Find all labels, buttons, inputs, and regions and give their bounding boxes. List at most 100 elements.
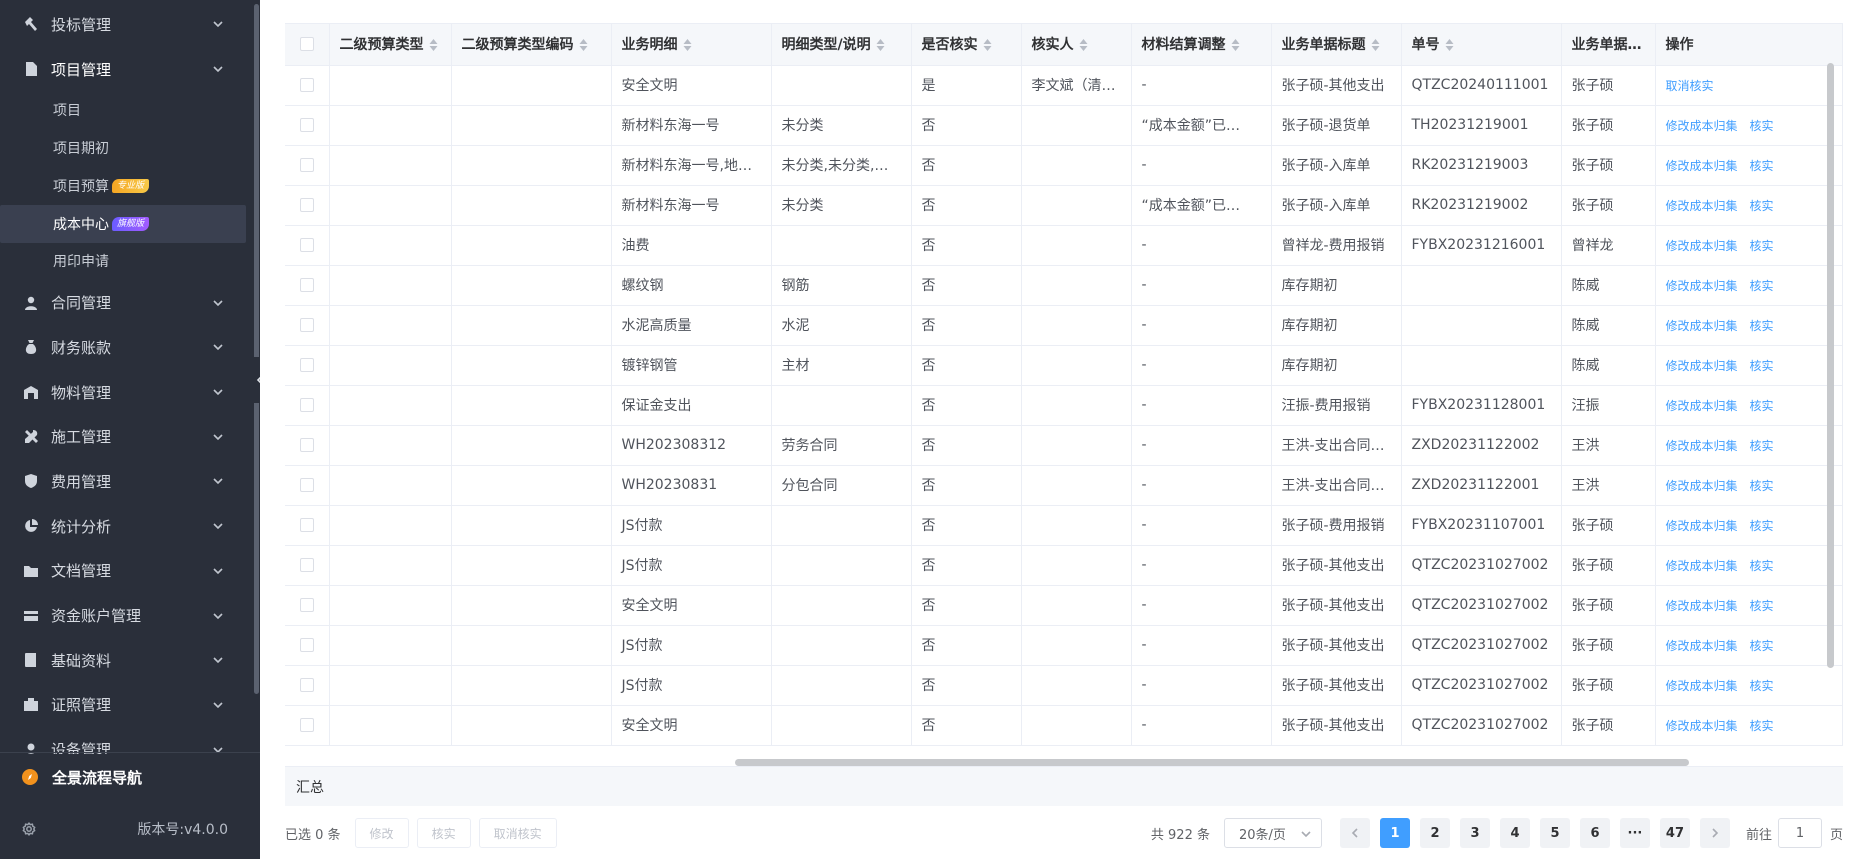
sidebar-subitem-0[interactable]: 项目 <box>0 91 248 129</box>
column-header-3[interactable]: 业务明细 <box>611 24 772 66</box>
sidebar-item-3[interactable]: 财务账款 <box>0 325 248 370</box>
sidebar-item-9[interactable]: 资金账户管理 <box>0 593 248 638</box>
table-row[interactable]: WH20230831 分包合同否 - 王洪-支出合同… ZXD20231122001 王洪… <box>285 465 1843 506</box>
table-row[interactable]: WH202308312 劳务合同否 - 王洪-支出合同… ZXD20231122002 王… <box>285 425 1843 466</box>
page-size-select[interactable]: 20条/页 <box>1223 818 1322 848</box>
verify-link[interactable]: 核实 <box>1750 439 1774 453</box>
sidebar-item-1[interactable]: 项目管理 <box>0 47 248 92</box>
verify-link[interactable]: 核实 <box>1750 399 1774 413</box>
row-checkbox[interactable] <box>299 118 314 132</box>
edit-cost-link[interactable]: 修改成本归集 <box>1666 199 1738 213</box>
sidebar-subitem-4[interactable]: 用印申请 <box>0 243 248 281</box>
row-checkbox[interactable] <box>299 518 314 532</box>
row-checkbox[interactable] <box>299 638 314 652</box>
table-row[interactable]: JS付款 否 - 张子硕-其他支出 QTZC20231027002 张子硕 修改成本归集 核实 <box>285 665 1843 706</box>
table-vertical-scrollbar[interactable] <box>1827 63 1834 668</box>
verify-button[interactable]: 核实 <box>416 818 471 848</box>
edit-cost-link[interactable]: 修改成本归集 <box>1666 599 1738 613</box>
table-row[interactable]: 新材料东海一号 未分类否 “成本金额”已… 张子硕-退货单 TH20231219001 张… <box>285 105 1843 146</box>
edit-cost-link[interactable]: 修改成本归集 <box>1666 319 1738 333</box>
page-button[interactable]: 3 <box>1459 818 1490 848</box>
cancel-verify-button[interactable]: 取消核实 <box>478 818 557 848</box>
table-row[interactable]: 保证金支出 否 - 汪振-费用报销 FYBX20231128001 汪振 修改成本归集 核实 <box>285 385 1843 426</box>
edit-cost-link[interactable]: 修改成本归集 <box>1666 159 1738 173</box>
verify-link[interactable]: 核实 <box>1750 159 1774 173</box>
page-button[interactable]: 2 <box>1419 818 1450 848</box>
sidebar-item-4[interactable]: 物料管理 <box>0 370 248 415</box>
table-row[interactable]: JS付款 否 - 张子硕-其他支出 QTZC20231027002 张子硕 修改成本归集 核实 <box>285 545 1843 586</box>
sidebar-subitem-1[interactable]: 项目期初 <box>0 129 248 167</box>
row-checkbox[interactable] <box>299 398 314 412</box>
verify-link[interactable]: 核实 <box>1750 119 1774 133</box>
verify-link[interactable]: 核实 <box>1750 519 1774 533</box>
row-checkbox[interactable] <box>299 238 314 252</box>
row-checkbox[interactable] <box>299 438 314 452</box>
sidebar-item-10[interactable]: 基础资料 <box>0 638 248 683</box>
prev-page-button[interactable] <box>1339 818 1370 848</box>
row-checkbox[interactable] <box>299 318 314 332</box>
sidebar-scrollbar-thumb[interactable] <box>254 4 259 694</box>
goto-page-input[interactable] <box>1777 818 1822 848</box>
table-row[interactable]: 油费 否 - 曾祥龙-费用报销 FYBX20231216001 曾祥龙 修改成本归集 核实 <box>285 225 1843 266</box>
row-checkbox[interactable] <box>299 678 314 692</box>
verify-link[interactable]: 核实 <box>1750 639 1774 653</box>
row-checkbox[interactable] <box>299 718 314 732</box>
table-row[interactable]: 新材料东海一号,地… 未分类,未分类,其… 否 - 张子硕-入库单 RK202312190… <box>285 145 1843 186</box>
row-checkbox[interactable] <box>299 558 314 572</box>
sidebar-item-8[interactable]: 文档管理 <box>0 548 248 593</box>
verify-link[interactable]: 核实 <box>1750 279 1774 293</box>
row-checkbox[interactable] <box>299 198 314 212</box>
next-page-button[interactable] <box>1699 818 1730 848</box>
edit-cost-link[interactable]: 修改成本归集 <box>1666 279 1738 293</box>
column-header-5[interactable]: 是否核实 <box>911 24 1022 66</box>
sidebar-item-7[interactable]: 统计分析 <box>0 504 248 549</box>
select-all-checkbox[interactable] <box>299 37 314 52</box>
sort-icon[interactable] <box>1231 39 1240 52</box>
edit-cost-link[interactable]: 修改成本归集 <box>1666 559 1738 573</box>
edit-cost-link[interactable]: 修改成本归集 <box>1666 639 1738 653</box>
sort-icon[interactable] <box>1445 39 1454 52</box>
edit-cost-link[interactable]: 修改成本归集 <box>1666 399 1738 413</box>
sidebar-item-6[interactable]: 费用管理 <box>0 459 248 504</box>
sidebar-subitem-3[interactable]: 成本中心 旗舰版 <box>0 204 246 243</box>
verify-link[interactable]: 核实 <box>1750 559 1774 573</box>
sort-icon[interactable] <box>983 39 992 52</box>
row-checkbox[interactable] <box>299 278 314 292</box>
page-button[interactable]: 5 <box>1539 818 1570 848</box>
verify-link[interactable]: 核实 <box>1750 359 1774 373</box>
sidebar-item-0[interactable]: 投标管理 <box>0 2 248 47</box>
sort-icon[interactable] <box>579 39 588 52</box>
settings-gear-icon[interactable] <box>22 822 36 836</box>
sort-icon[interactable] <box>429 39 438 52</box>
verify-link[interactable]: 核实 <box>1750 199 1774 213</box>
edit-cost-link[interactable]: 修改成本归集 <box>1666 679 1738 693</box>
table-row[interactable]: 螺纹钢 钢筋否 - 库存期初 陈威 修改成本归集 核实 <box>285 265 1843 306</box>
page-button[interactable]: 1 <box>1379 818 1410 848</box>
verify-link[interactable]: 核实 <box>1750 479 1774 493</box>
edit-cost-link[interactable]: 修改成本归集 <box>1666 719 1738 733</box>
sidebar-item-2[interactable]: 合同管理 <box>0 280 248 325</box>
verify-link[interactable]: 核实 <box>1750 319 1774 333</box>
table-row[interactable]: 镀锌钢管 主材否 - 库存期初 陈威 修改成本归集 核实 <box>285 345 1843 386</box>
table-row[interactable]: 安全文明 否 - 张子硕-其他支出 QTZC20231027002 张子硕 修改成本归集 核实 <box>285 705 1843 746</box>
page-button[interactable]: 47 <box>1659 818 1690 848</box>
page-button[interactable]: 4 <box>1499 818 1530 848</box>
table-row[interactable]: JS付款 否 - 张子硕-其他支出 QTZC20231027002 张子硕 修改成本归集 核实 <box>285 625 1843 666</box>
edit-cost-link[interactable]: 修改成本归集 <box>1666 239 1738 253</box>
edit-cost-link[interactable]: 修改成本归集 <box>1666 359 1738 373</box>
edit-cost-link[interactable]: 修改成本归集 <box>1666 479 1738 493</box>
edit-cost-link[interactable]: 修改成本归集 <box>1666 119 1738 133</box>
verify-link[interactable]: 核实 <box>1750 239 1774 253</box>
edit-cost-link[interactable]: 修改成本归集 <box>1666 439 1738 453</box>
sort-icon[interactable] <box>876 39 885 52</box>
table-row[interactable]: 安全文明 否 - 张子硕-其他支出 QTZC20231027002 张子硕 修改成本归集 核实 <box>285 585 1843 626</box>
cancel-verify-link[interactable]: 取消核实 <box>1666 79 1714 93</box>
table-row[interactable]: 新材料东海一号 未分类否 “成本金额”已… 张子硕-入库单 RK20231219002 张… <box>285 185 1843 226</box>
column-header-8[interactable]: 业务单据标题 <box>1271 24 1402 66</box>
table-row[interactable]: 安全文明 是李文斌（清… - 张子硕-其他支出 QTZC20240111001 张子硕 取消… <box>285 65 1843 106</box>
row-checkbox[interactable] <box>299 598 314 612</box>
row-checkbox[interactable] <box>299 478 314 492</box>
table-row[interactable]: 水泥高质量 水泥否 - 库存期初 陈威 修改成本归集 核实 <box>285 305 1843 346</box>
edit-cost-link[interactable]: 修改成本归集 <box>1666 519 1738 533</box>
verify-link[interactable]: 核实 <box>1750 719 1774 733</box>
